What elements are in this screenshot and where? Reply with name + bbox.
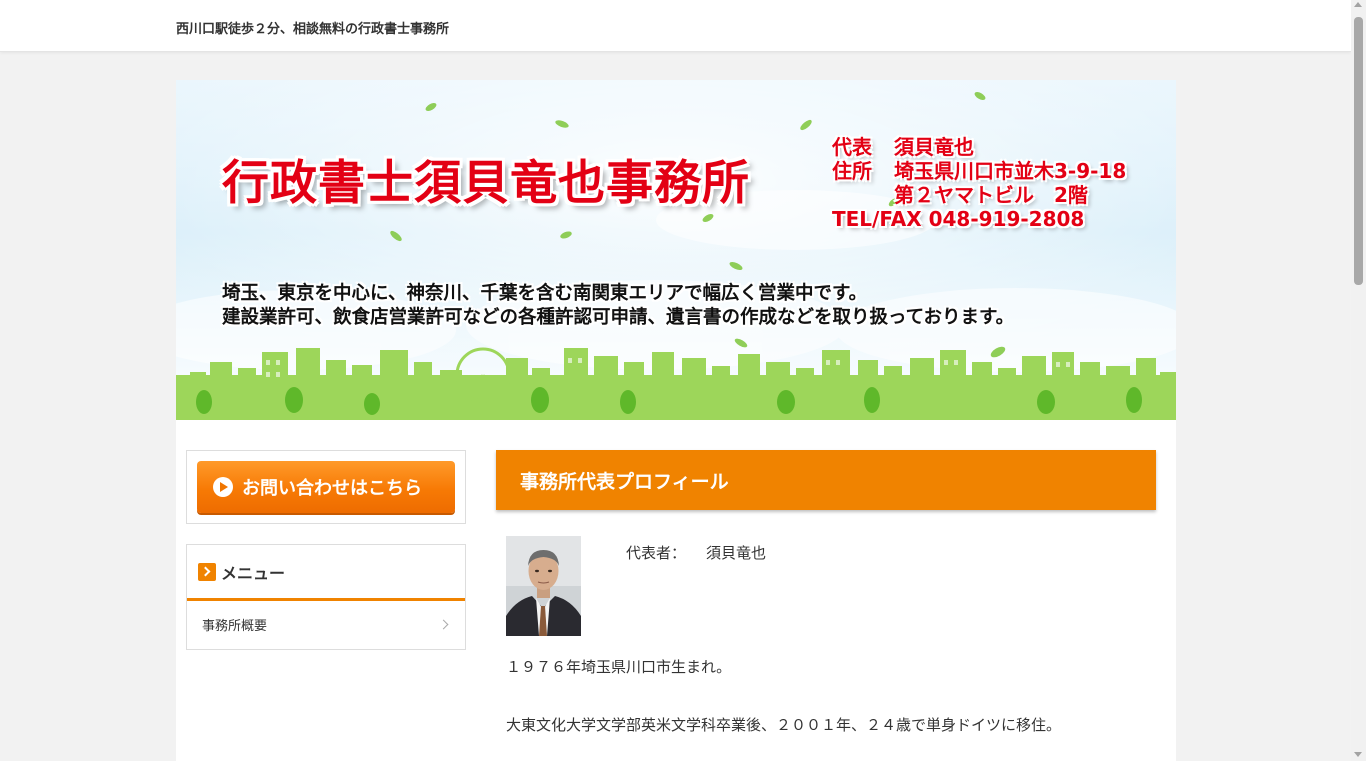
cityscape-illustration	[176, 80, 1176, 420]
sidebar-item-office-overview[interactable]: 事務所概要	[187, 601, 465, 647]
page-scrollbar[interactable]	[1351, 0, 1366, 761]
sidebar-item-label: 事務所概要	[202, 618, 268, 634]
chevron-right-icon	[198, 562, 216, 581]
profile-section-header: 事務所代表プロフィール	[496, 450, 1156, 510]
sidebar-menu: メニュー 事務所概要	[186, 544, 466, 650]
menu-header: メニュー	[187, 545, 465, 601]
contact-widget: お問い合わせはこちら	[186, 450, 466, 524]
banner-office-title: 行政書士須貝竜也事務所	[222, 156, 750, 211]
scroll-up-arrow-icon[interactable]	[1354, 2, 1362, 7]
page-container: 行政書士須貝竜也事務所 代表 須貝竜也 住所 埼玉県川口市並木3-9-18 第２…	[176, 80, 1176, 761]
banner-description-line-1: 埼玉、東京を中心に、神奈川、千葉を含む南関東エリアで幅広く営業中です。	[222, 283, 868, 304]
contact-button-label: お問い合わせはこちら	[242, 478, 422, 499]
banner-description-line-2: 建設業許可、飲食店営業許可などの各種許認可申請、遺言書の作成などを取り扱っており…	[222, 307, 1015, 328]
menu-title: メニュー	[221, 563, 286, 583]
bio-paragraph: １９７６年埼玉県川口市生まれ。	[506, 658, 732, 676]
contact-button[interactable]: お問い合わせはこちら	[197, 461, 455, 513]
scroll-down-arrow-icon[interactable]	[1354, 752, 1362, 757]
address-line-1: 埼玉県川口市並木3-9-18	[894, 159, 1127, 183]
banner-description: 埼玉、東京を中心に、神奈川、千葉を含む南関東エリアで幅広く営業中です。 建設業許…	[222, 282, 1014, 330]
address-label: 住所	[832, 159, 872, 183]
play-circle-icon	[213, 477, 233, 497]
address-line-2: 第２ヤマトビル 2階	[894, 183, 1088, 207]
site-header: 西川口駅徒歩２分、相談無料の行政書士事務所	[0, 0, 1351, 52]
menu-chevron-icon	[438, 619, 449, 629]
bio-paragraph: 大東文化大学文学部英米文学科卒業後、２００１年、２４歳で単身ドイツに移住。	[506, 716, 1062, 734]
representative-label: 代表	[832, 135, 872, 159]
tel-fax: TEL/FAX 048-919-2808	[832, 207, 1085, 231]
banner-contact-info: 代表 須貝竜也 住所 埼玉県川口市並木3-9-18 第２ヤマトビル 2階 TEL…	[832, 135, 1126, 231]
representative-name: 須貝竜也	[894, 135, 974, 159]
header-banner: 行政書士須貝竜也事務所 代表 須貝竜也 住所 埼玉県川口市並木3-9-18 第２…	[176, 80, 1176, 420]
section-title: 事務所代表プロフィール	[520, 470, 729, 493]
representative-photo	[506, 536, 581, 636]
scroll-thumb[interactable]	[1354, 17, 1363, 285]
rep-label: 代表者：	[626, 544, 687, 562]
rep-name: 須貝竜也	[706, 544, 767, 562]
site-tagline: 西川口駅徒歩２分、相談無料の行政書士事務所	[176, 22, 450, 37]
